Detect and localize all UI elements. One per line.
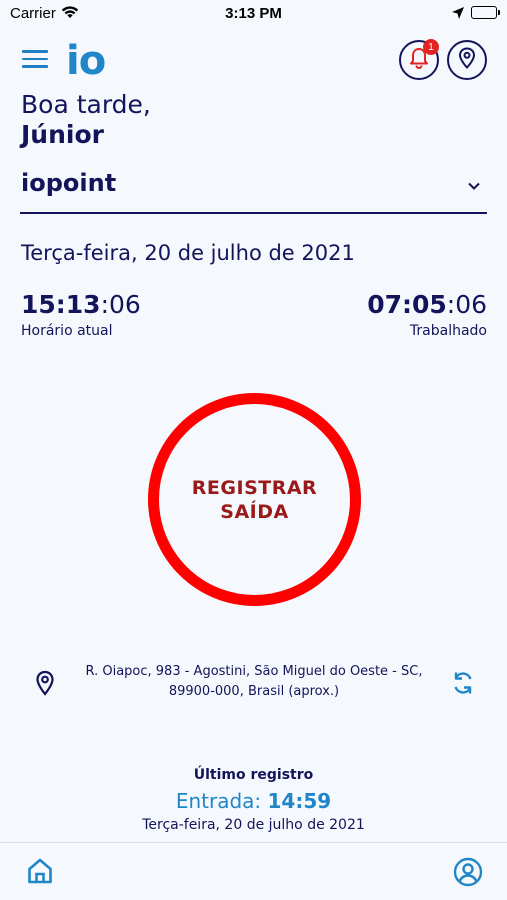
worked-time-label: Trabalhado [409, 323, 487, 339]
address-pin-icon [35, 670, 55, 700]
status-bar: Carrier 3:13 PM [0, 0, 507, 28]
worked-time: 07:05:06 [367, 290, 487, 319]
last-record-type: Entrada: [175, 789, 268, 813]
last-record-entry: Entrada: 14:59 [0, 789, 507, 813]
menu-icon[interactable] [22, 50, 48, 70]
register-exit-button[interactable]: REGISTRAR SAÍDA [148, 393, 361, 606]
last-record-time: 14:59 [267, 789, 332, 813]
current-date: Terça-feira, 20 de julho de 2021 [21, 241, 355, 265]
current-address: R. Oiapoc, 983 - Agostini, São Miguel do… [66, 662, 442, 702]
app-logo: io [66, 38, 106, 84]
current-time: 15:13:06 [21, 290, 141, 319]
current-time-hm: 15:13 [21, 290, 101, 319]
location-button[interactable] [447, 40, 487, 80]
profile-icon[interactable] [453, 857, 483, 891]
worked-time-seconds: :06 [446, 290, 487, 319]
location-arrow-icon [451, 6, 465, 25]
chevron-down-icon [467, 176, 481, 195]
last-record-date: Terça-feira, 20 de julho de 2021 [142, 817, 365, 833]
refresh-icon[interactable] [451, 670, 475, 700]
greeting-text: Boa tarde, [21, 90, 151, 119]
map-pin-icon [458, 47, 476, 73]
company-select[interactable]: iopoint [20, 166, 487, 214]
current-time-label: Horário atual [21, 323, 113, 339]
address-line1: R. Oiapoc, 983 - Agostini, São Miguel do… [85, 664, 423, 679]
battery-icon [471, 6, 500, 19]
home-icon[interactable] [27, 857, 53, 889]
bottom-tab-bar [0, 842, 507, 900]
current-time-seconds: :06 [100, 290, 141, 319]
status-time: 3:13 PM [225, 5, 282, 22]
company-select-value: iopoint [21, 169, 117, 197]
last-record-title: Último registro [193, 767, 314, 783]
user-name: Júnior [21, 120, 104, 149]
register-button-line2: SAÍDA [220, 500, 289, 523]
notification-badge: 1 [423, 39, 439, 55]
address-line2: 89900-000, Brasil (aprox.) [168, 684, 340, 699]
register-button-label: REGISTRAR SAÍDA [180, 476, 330, 524]
worked-time-hm: 07:05 [367, 290, 447, 319]
notifications-button[interactable]: 1 [399, 39, 439, 80]
register-button-line1: REGISTRAR [191, 476, 318, 499]
